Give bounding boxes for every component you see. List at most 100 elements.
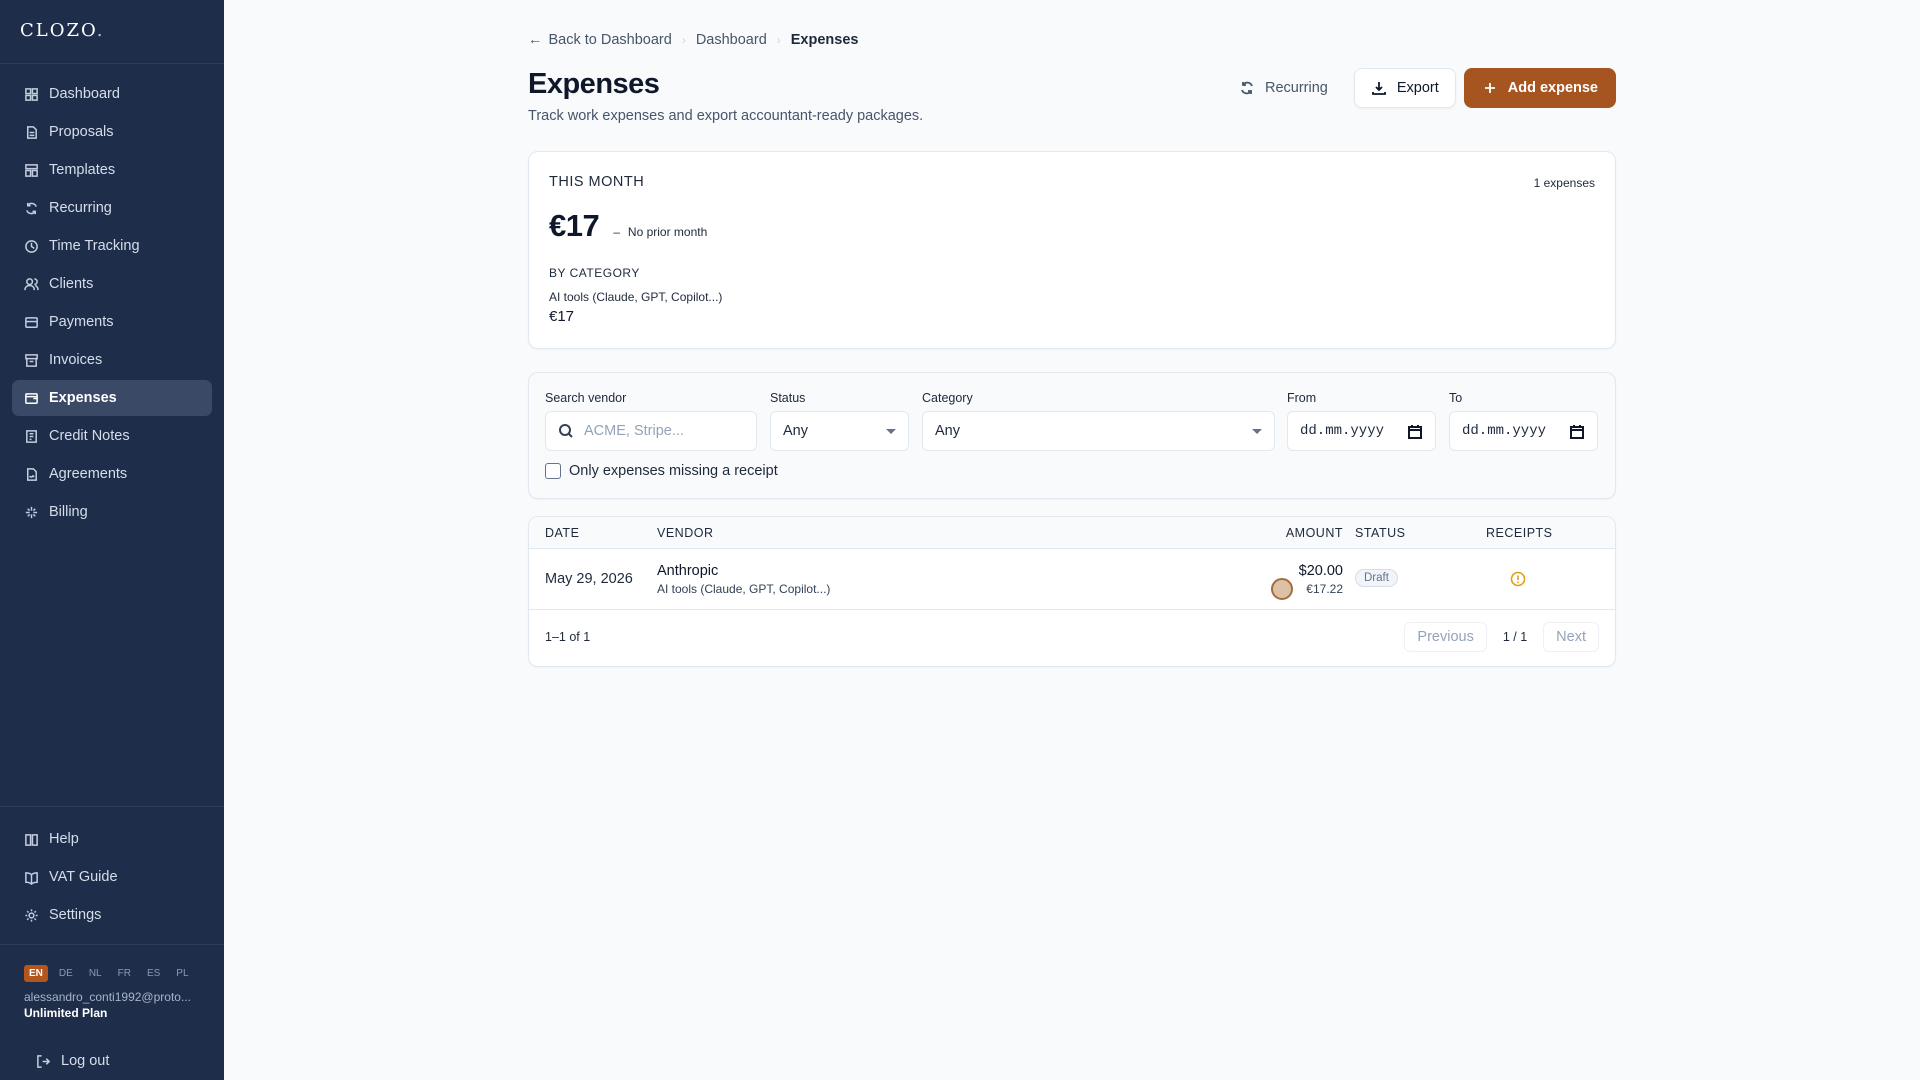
from-date-input[interactable]: dd.mm.yyyy xyxy=(1287,411,1436,451)
summary-period-label: THIS MONTH xyxy=(549,174,645,190)
column-header-vendor[interactable]: VENDOR xyxy=(657,526,713,540)
missing-receipt-label: Only expenses missing a receipt xyxy=(569,463,778,479)
archive-icon xyxy=(25,353,38,367)
category-select-value: Any xyxy=(935,423,960,439)
sidebar-item-label: Settings xyxy=(49,907,102,923)
sidebar-item-proposals[interactable]: Proposals xyxy=(12,114,212,150)
sidebar-item-clients[interactable]: Clients xyxy=(12,266,212,302)
search-vendor-input[interactable] xyxy=(584,423,744,439)
lang-pl[interactable]: PL xyxy=(171,965,193,982)
missing-receipt-checkbox[interactable] xyxy=(545,463,561,479)
sidebar-item-settings[interactable]: Settings xyxy=(12,897,212,933)
filters-card: Search vendor Status Any Category Any Fr… xyxy=(528,372,1616,499)
wallet-card-icon xyxy=(25,392,38,404)
sidebar-item-label: Clients xyxy=(49,276,94,292)
sidebar-item-credit-notes[interactable]: Credit Notes xyxy=(12,418,212,454)
amount-converted: €17.22 xyxy=(1306,582,1343,596)
template-icon xyxy=(25,163,38,177)
sidebar-item-label: Time Tracking xyxy=(49,238,140,254)
delta-text: No prior month xyxy=(627,225,708,239)
export-button[interactable]: Export xyxy=(1353,68,1456,108)
lang-de[interactable]: DE xyxy=(54,965,78,982)
to-date-value: dd.mm.yyyy xyxy=(1462,423,1547,439)
recurring-button[interactable]: Recurring xyxy=(1221,68,1346,108)
table-row[interactable]: May 29, 2026 Anthropic AI tools (Claude,… xyxy=(529,549,1615,610)
lang-fr[interactable]: FR xyxy=(113,965,136,982)
sidebar-item-label: Help xyxy=(49,831,79,847)
category-select[interactable]: Any xyxy=(922,411,1275,451)
sidebar-item-invoices[interactable]: Invoices xyxy=(12,342,212,378)
to-date-input[interactable]: dd.mm.yyyy xyxy=(1449,411,1598,451)
sidebar-item-label: Agreements xyxy=(49,466,128,482)
sidebar-item-label: Recurring xyxy=(49,200,112,216)
column-header-receipts[interactable]: RECEIPTS xyxy=(1486,526,1553,540)
status-filter-field: Status Any xyxy=(770,391,909,451)
vendor-category: AI tools (Claude, GPT, Copilot...) xyxy=(657,582,831,596)
gear-icon xyxy=(25,908,38,922)
sidebar-item-label: Payments xyxy=(49,314,114,330)
clock-icon xyxy=(25,239,38,253)
sidebar-item-vat-guide[interactable]: VAT Guide xyxy=(12,859,212,895)
sidebar-item-recurring[interactable]: Recurring xyxy=(12,190,212,226)
document-icon xyxy=(27,125,37,139)
category-heading: BY CATEGORY xyxy=(549,266,640,280)
chevron-down-icon xyxy=(1252,429,1262,434)
category-amount: €17 xyxy=(549,308,575,325)
chevron-down-icon xyxy=(886,429,896,434)
lang-en[interactable]: EN xyxy=(24,965,48,982)
export-button-label: Export xyxy=(1396,80,1439,96)
sidebar-item-label: Expenses xyxy=(49,390,117,406)
sidebar-item-expenses[interactable]: Expenses xyxy=(12,380,212,416)
logout-button[interactable]: Log out xyxy=(24,1043,200,1079)
sidebar-item-time-tracking[interactable]: Time Tracking xyxy=(12,228,212,264)
breadcrumb: ← Back to Dashboard › Dashboard › Expens… xyxy=(528,32,858,48)
category-name: AI tools (Claude, GPT, Copilot...) xyxy=(549,290,723,304)
breadcrumb-separator: › xyxy=(681,33,686,47)
logout-icon xyxy=(37,1054,51,1068)
column-header-status[interactable]: STATUS xyxy=(1355,526,1405,540)
previous-page-button[interactable]: Previous xyxy=(1404,622,1487,652)
sidebar-item-dashboard[interactable]: Dashboard xyxy=(12,76,212,112)
sidebar-item-agreements[interactable]: Agreements xyxy=(12,456,212,492)
sidebar-item-help[interactable]: Help xyxy=(12,821,212,857)
sparkles-icon xyxy=(25,506,38,518)
back-to-dashboard-link[interactable]: ← Back to Dashboard xyxy=(528,32,672,48)
sidebar-item-billing[interactable]: Billing xyxy=(12,494,212,530)
amount-original: $20.00 xyxy=(1298,563,1343,579)
status-select-value: Any xyxy=(783,423,808,439)
lang-nl[interactable]: NL xyxy=(84,965,107,982)
summary-delta: – No prior month xyxy=(613,225,707,239)
sidebar-footer: EN DE NL FR ES PL alessandro_conti1992@p… xyxy=(0,944,224,1069)
app-logo[interactable]: CLOZO. xyxy=(0,0,224,64)
sidebar-nav: Dashboard Proposals Templates Recurring … xyxy=(0,64,224,530)
refresh-icon xyxy=(26,202,37,214)
sidebar-item-label: Billing xyxy=(49,504,88,520)
search-vendor-label: Search vendor xyxy=(545,391,627,405)
sidebar-item-templates[interactable]: Templates xyxy=(12,152,212,188)
sidebar-item-payments[interactable]: Payments xyxy=(12,304,212,340)
summary-total: €17 xyxy=(549,208,600,243)
wallet-icon xyxy=(25,316,38,328)
sidebar: CLOZO. Dashboard Proposals Templates Rec… xyxy=(0,0,224,1080)
plus-icon xyxy=(1484,83,1495,93)
sidebar-item-label: Dashboard xyxy=(49,86,120,102)
back-link-label: Back to Dashboard xyxy=(548,32,672,48)
add-expense-button[interactable]: Add expense xyxy=(1463,68,1616,108)
warning-circle-icon[interactable] xyxy=(1510,571,1526,587)
add-expense-button-label: Add expense xyxy=(1507,80,1598,96)
table-footer: 1–1 of 1 Previous 1 / 1 Next xyxy=(529,610,1615,666)
column-header-date[interactable]: DATE xyxy=(545,526,579,540)
page-title: Expenses xyxy=(528,68,660,100)
breadcrumb-dashboard-link[interactable]: Dashboard xyxy=(696,32,767,48)
missing-receipt-filter[interactable]: Only expenses missing a receipt xyxy=(545,463,778,479)
from-date-field: From dd.mm.yyyy xyxy=(1287,391,1436,451)
file-signature-icon xyxy=(27,467,37,481)
pagination: Previous 1 / 1 Next xyxy=(1404,622,1599,652)
logo-dot: . xyxy=(96,20,105,41)
sidebar-item-label: Proposals xyxy=(49,124,114,140)
next-page-button[interactable]: Next xyxy=(1543,622,1599,652)
status-select[interactable]: Any xyxy=(770,411,909,451)
to-date-field: To dd.mm.yyyy xyxy=(1449,391,1598,451)
column-header-amount[interactable]: AMOUNT xyxy=(1286,526,1343,540)
lang-es[interactable]: ES xyxy=(142,965,165,982)
